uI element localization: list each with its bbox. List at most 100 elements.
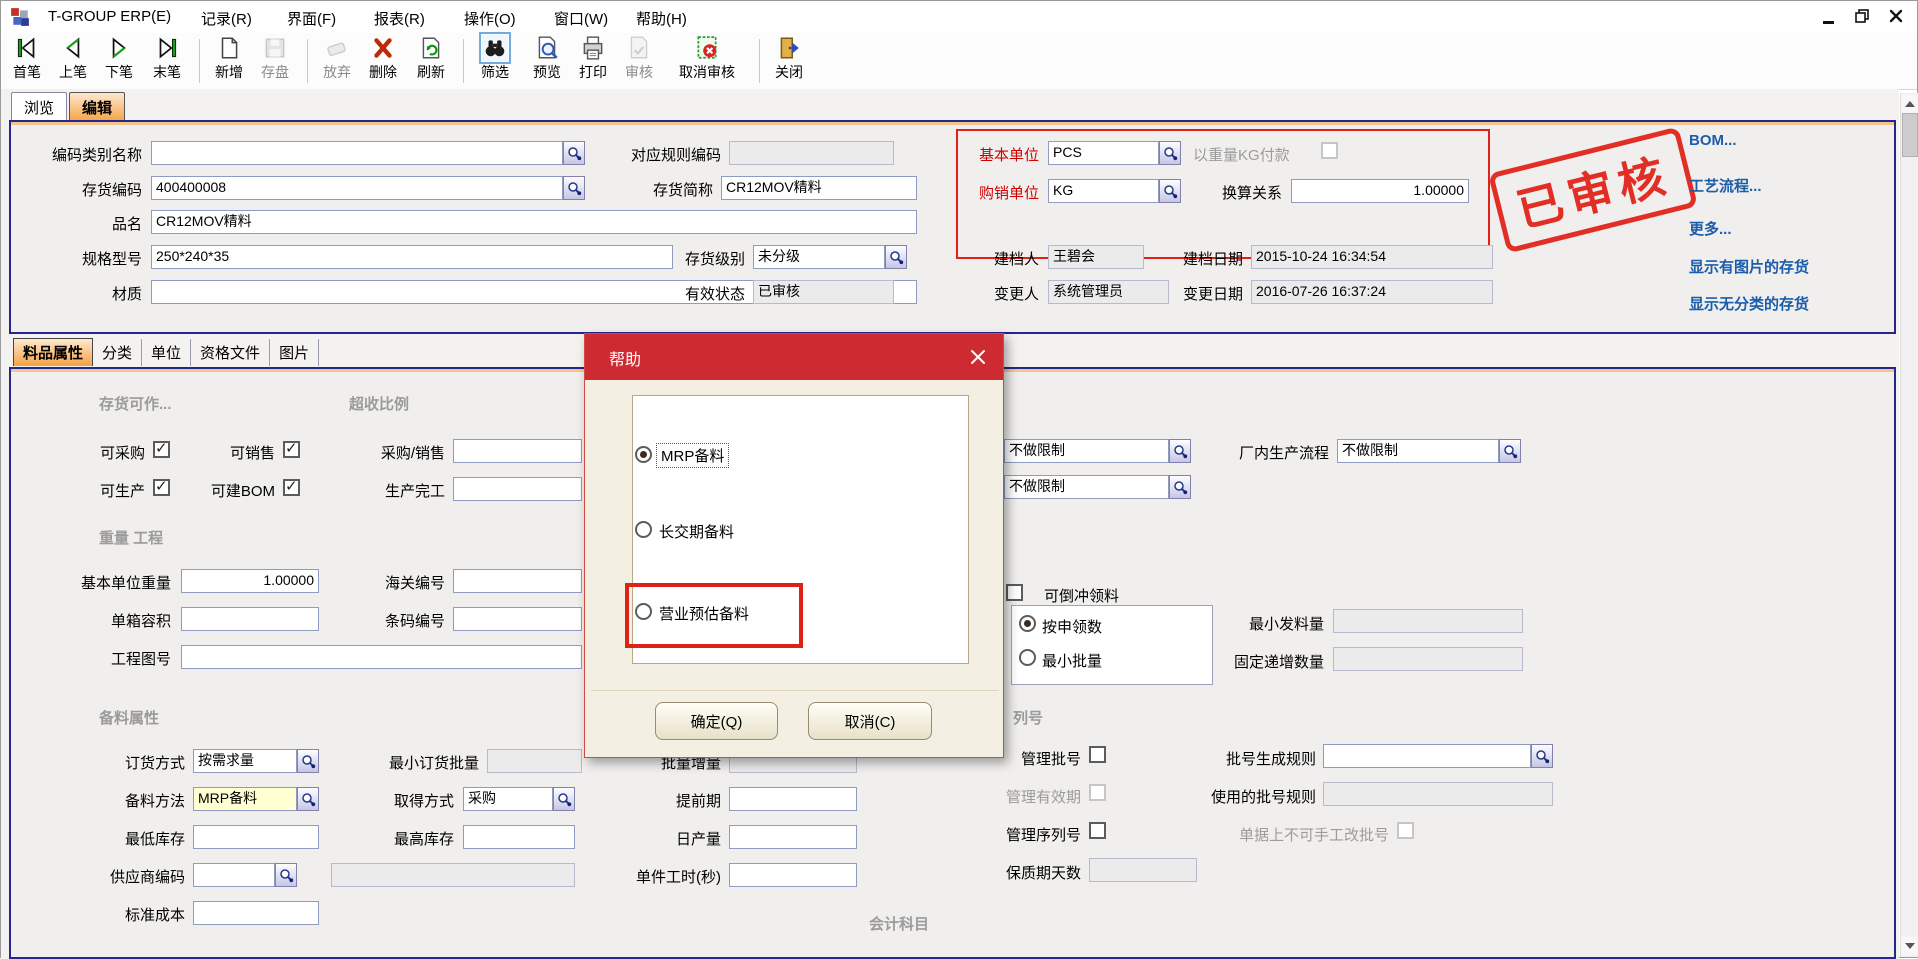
menu-tgroup-erp[interactable]: T-GROUP ERP(E): [48, 8, 171, 25]
minimize-button[interactable]: [1815, 9, 1841, 27]
trade-unit-lookup-button[interactable]: [1159, 179, 1181, 203]
by-request-radio[interactable]: [1019, 615, 1036, 632]
acquire-mode-field[interactable]: 采购: [463, 787, 553, 811]
tab-qualification-files[interactable]: 资格文件: [191, 339, 270, 366]
prep-method-lookup-button[interactable]: [297, 787, 319, 811]
help-dialog-titlebar[interactable]: 帮助: [585, 334, 1003, 380]
buy-sell-field[interactable]: [453, 439, 582, 463]
drawing-no-field[interactable]: [181, 645, 582, 669]
base-unit-field[interactable]: PCS: [1048, 141, 1159, 165]
daily-output-field[interactable]: [729, 825, 857, 849]
inventory-code-field[interactable]: 400400008: [151, 176, 563, 200]
limit-field-2[interactable]: 不做限制: [1004, 475, 1169, 499]
spec-field[interactable]: 250*240*35: [151, 245, 673, 269]
can-produce-checkbox[interactable]: [153, 479, 170, 496]
toolbar-last-button[interactable]: 末笔: [143, 35, 191, 87]
dialog-cancel-button[interactable]: 取消(C): [808, 702, 932, 740]
limit-field-1[interactable]: 不做限制: [1004, 439, 1169, 463]
batch-rule-lookup-button[interactable]: [1531, 744, 1553, 768]
code-type-field[interactable]: [151, 141, 563, 165]
min-stock-field[interactable]: [193, 825, 319, 849]
conversion-field[interactable]: 1.00000: [1291, 179, 1469, 203]
toolbar-audit-button[interactable]: 审核: [617, 35, 661, 87]
can-bom-checkbox[interactable]: [283, 479, 300, 496]
std-cost-field[interactable]: [193, 901, 319, 925]
base-weight-field[interactable]: 1.00000: [181, 569, 319, 593]
customs-code-field[interactable]: [453, 569, 582, 593]
scrollbar-thumb[interactable]: [1902, 113, 1918, 157]
order-mode-lookup-button[interactable]: [297, 749, 319, 773]
product-name-field[interactable]: CR12MOV精料: [151, 210, 917, 234]
toolbar-next-button[interactable]: 下笔: [97, 35, 141, 87]
dialog-ok-button[interactable]: 确定(Q): [655, 702, 778, 740]
link-more[interactable]: 更多...: [1689, 218, 1732, 239]
long-lead-prep-radio[interactable]: [635, 521, 652, 538]
toolbar-discard-button[interactable]: 放弃: [315, 35, 359, 87]
mrp-prep-radio[interactable]: [635, 446, 652, 463]
min-batch-radio[interactable]: [1019, 649, 1036, 666]
restore-button[interactable]: [1849, 9, 1875, 27]
factory-flow-lookup-button[interactable]: [1499, 439, 1521, 463]
menu-window[interactable]: 窗口(W): [554, 8, 608, 29]
factory-flow-field[interactable]: 不做限制: [1337, 439, 1499, 463]
base-unit-lookup-button[interactable]: [1159, 141, 1181, 165]
barcode-field[interactable]: [453, 607, 582, 631]
link-process-flow[interactable]: 工艺流程...: [1689, 175, 1762, 196]
order-mode-field[interactable]: 按需求量: [193, 749, 297, 773]
batch-rule-field[interactable]: [1323, 744, 1531, 768]
menu-report[interactable]: 报表(R): [374, 8, 425, 29]
toolbar-print-button[interactable]: 打印: [571, 35, 615, 87]
inventory-code-lookup-button[interactable]: [563, 176, 585, 200]
code-type-lookup-button[interactable]: [563, 141, 585, 165]
tab-browse[interactable]: 浏览: [11, 92, 67, 122]
manage-serial-checkbox[interactable]: [1089, 822, 1106, 839]
mrp-prep-label[interactable]: MRP备料: [657, 444, 728, 467]
scroll-up-button[interactable]: [1901, 95, 1918, 113]
long-lead-prep-label[interactable]: 长交期备料: [659, 521, 734, 542]
toolbar-preview-button[interactable]: 预览: [525, 35, 569, 87]
max-stock-field[interactable]: [463, 825, 575, 849]
toolbar-refresh-button[interactable]: 刷新: [407, 35, 455, 87]
tab-image[interactable]: 图片: [270, 339, 319, 366]
menu-record[interactable]: 记录(R): [201, 8, 252, 29]
menu-help[interactable]: 帮助(H): [636, 8, 687, 29]
box-volume-field[interactable]: [181, 607, 319, 631]
vertical-scrollbar[interactable]: [1900, 93, 1918, 957]
scroll-down-button[interactable]: [1901, 937, 1918, 955]
tab-classification[interactable]: 分类: [93, 339, 142, 366]
toolbar-close-button[interactable]: 关闭: [767, 35, 811, 87]
dialog-close-icon[interactable]: [969, 348, 987, 366]
prep-method-field[interactable]: MRP备料: [193, 787, 297, 811]
link-show-with-image[interactable]: 显示有图片的存货: [1689, 256, 1809, 277]
production-done-field[interactable]: [453, 477, 582, 501]
link-show-unclassified[interactable]: 显示无分类的存货: [1689, 293, 1809, 314]
inventory-level-field[interactable]: 未分级: [753, 245, 885, 269]
toolbar-filter-button[interactable]: 筛选: [471, 35, 519, 87]
tab-unit[interactable]: 单位: [142, 339, 191, 366]
inventory-level-lookup-button[interactable]: [885, 245, 907, 269]
menu-operation[interactable]: 操作(O): [464, 8, 516, 29]
lead-time-field[interactable]: [729, 787, 857, 811]
inventory-abbr-field[interactable]: CR12MOV精料: [721, 176, 917, 200]
tab-edit[interactable]: 编辑: [69, 92, 125, 122]
toolbar-new-button[interactable]: 新增: [207, 35, 251, 87]
manage-batch-checkbox[interactable]: [1089, 746, 1106, 763]
toolbar-first-button[interactable]: 首笔: [5, 35, 49, 87]
limit-2-lookup-button[interactable]: [1169, 475, 1191, 499]
supplier-code-lookup-button[interactable]: [275, 863, 297, 887]
toolbar-unaudit-button[interactable]: 取消审核: [663, 35, 751, 87]
toolbar-delete-button[interactable]: 删除: [361, 35, 405, 87]
limit-1-lookup-button[interactable]: [1169, 439, 1191, 463]
backflush-checkbox[interactable]: [1006, 584, 1023, 601]
toolbar-save-button[interactable]: 存盘: [253, 35, 297, 87]
menu-interface[interactable]: 界面(F): [287, 8, 336, 29]
toolbar-prev-button[interactable]: 上笔: [51, 35, 95, 87]
can-sell-checkbox[interactable]: [283, 441, 300, 458]
can-buy-checkbox[interactable]: [153, 441, 170, 458]
tab-item-attributes[interactable]: 料品属性: [13, 338, 93, 366]
trade-unit-field[interactable]: KG: [1048, 179, 1159, 203]
unit-time-field[interactable]: [729, 863, 857, 887]
link-bom[interactable]: BOM...: [1689, 132, 1737, 149]
supplier-code-field[interactable]: [193, 863, 275, 887]
acquire-mode-lookup-button[interactable]: [553, 787, 575, 811]
